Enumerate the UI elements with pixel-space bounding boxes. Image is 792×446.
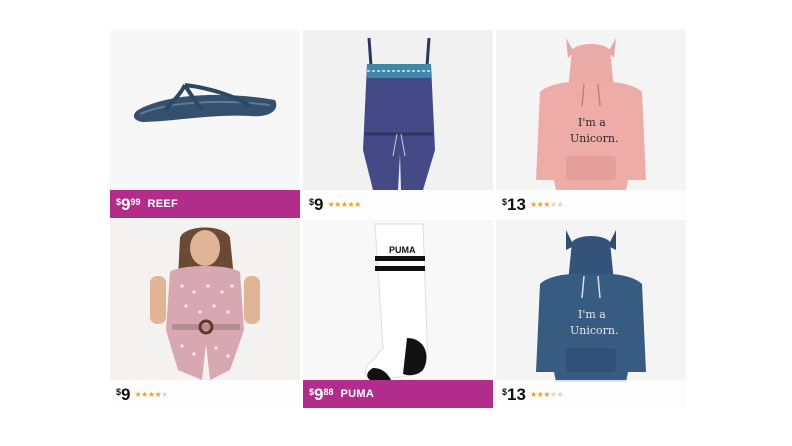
product-card-pink-unicorn-hoodie[interactable]: I'm a Unicorn. $13 ★★★★★ [496, 30, 686, 218]
star-rating: ★★★★★ [327, 199, 361, 209]
product-grid: $9 99 REEF $9 ★★★★★ I'm a Unicorn. $ 13 … [110, 30, 686, 414]
product-card-flip-flop[interactable]: $9 99 REEF [110, 30, 300, 218]
price: $9 [116, 384, 131, 404]
product-card-sock[interactable]: PUMA $9 88 PUMA [303, 220, 493, 408]
price-bar: $9 88 PUMA [303, 380, 493, 408]
star-rating: ★★★★★ [529, 389, 564, 399]
product-card-romper[interactable]: $9 ★★★★★ [303, 30, 493, 218]
price-bar: $9 ★★★★★ [303, 190, 493, 218]
price-bar: $13 ★★★★★ [496, 380, 686, 408]
brand-label: PUMA [340, 388, 375, 400]
product-card-navy-unicorn-hoodie[interactable]: I'm a Unicorn. $13 ★★★★★ [496, 220, 686, 408]
star-rating: ★★★★★ [134, 389, 168, 399]
hoodie-print: I'm a [578, 116, 606, 129]
price: $9 99 [116, 194, 141, 214]
product-card-pink-romper[interactable]: $9 ★★★★★ [110, 220, 300, 408]
brand-label: REEF [147, 198, 179, 210]
svg-text:Unicorn.: Unicorn. [570, 324, 619, 337]
price: $9 [309, 194, 324, 214]
price-bar: $13 ★★★★★ [496, 190, 686, 218]
price: $13 [502, 384, 526, 404]
svg-text:I'm a: I'm a [578, 308, 606, 321]
svg-text:Unicorn.: Unicorn. [570, 132, 619, 145]
price-bar: $9 ★★★★★ [110, 380, 300, 408]
price: $9 88 [309, 384, 334, 404]
price: $13 [502, 194, 526, 214]
star-rating: ★★★★★ [529, 199, 564, 209]
price-bar: $9 99 REEF [110, 190, 300, 218]
sock-logo: PUMA [389, 245, 416, 255]
